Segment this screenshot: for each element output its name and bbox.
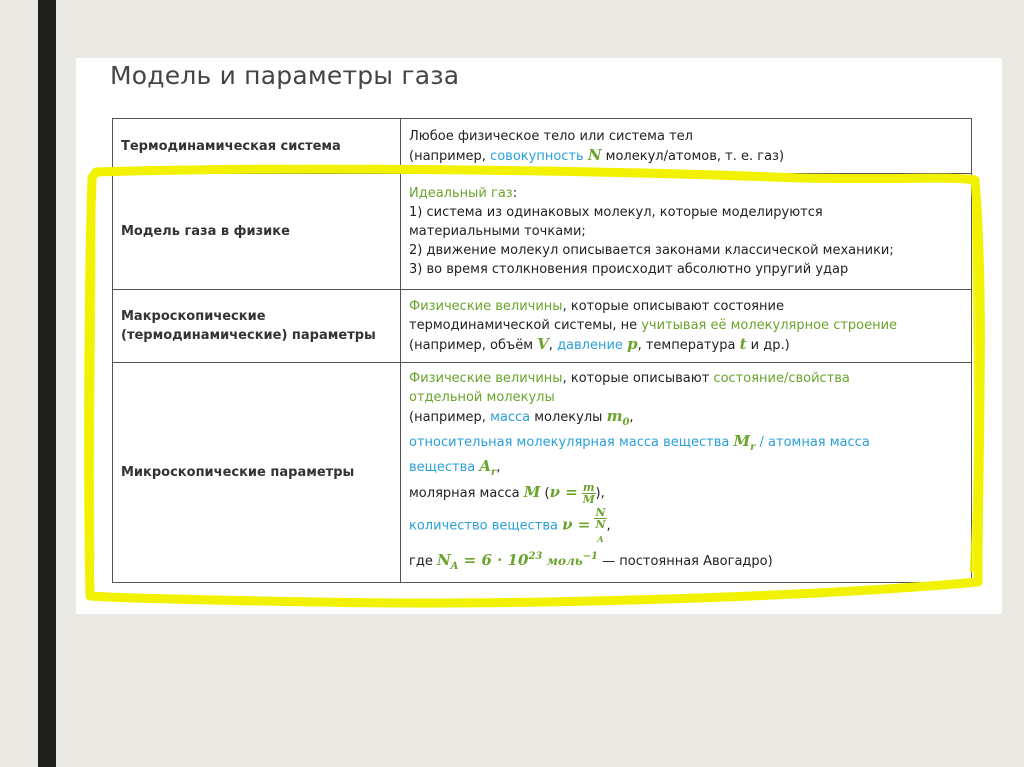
text: , [629,410,634,425]
math-symbol: ν = [562,515,591,534]
value-line: Любое физическое тело или система тел [409,127,963,146]
math-unit: моль [542,554,583,569]
link-term[interactable]: совокупность [490,149,584,164]
fraction: NNA [594,507,607,545]
text: , которые описывают [562,371,714,386]
value-line: (например, совокупность N молекул/атомов… [409,146,963,166]
link-term[interactable]: / атомная масса [755,435,870,450]
math-superscript: −1 [582,551,598,563]
math-superscript: 23 [528,551,543,563]
link-term[interactable]: количество вещества [409,519,562,534]
slide-left-bar [38,0,56,767]
value-line: вещества Ar, [409,457,963,482]
value-line: 3) во время столкновения происходит абсо… [409,262,849,277]
text: ( [540,486,550,501]
text: , которые описывают состояние [562,299,784,314]
term[interactable]: Физические величины [409,299,563,314]
text: или [575,128,609,144]
text: (например, объём [409,338,538,353]
table-row: Модель газа в физике Идеальный газ: 1) с… [112,173,972,290]
value-line: молярная масса M (ν = m M), [409,482,963,505]
math-letter: m [606,407,623,425]
math-symbol: V [537,335,549,353]
value-line: Идеальный газ: [409,184,963,203]
term[interactable]: состояние/свойства [713,371,849,386]
table-row: Микроскопические параметры Физические ве… [112,361,972,584]
row-label: Модель газа в физике [112,173,401,290]
text: молярная масса [409,486,524,501]
row-value: Идеальный газ: 1) система из одинаковых … [400,173,972,290]
math-symbol: M [523,483,541,501]
text: молекул/атомов, т. е. газ) [601,148,785,164]
slide-content-card: Модель и параметры газа Термодинамическа… [76,58,1002,614]
math-subscript: A [597,534,604,545]
row-value: Физические величины, которые описывают с… [400,289,972,363]
term[interactable]: Идеальный газ [409,186,513,201]
value-line: термодинамической системы, не учитывая е… [409,316,963,335]
link-term[interactable]: масса [490,410,530,425]
fraction-denominator: M [582,493,595,506]
term[interactable]: Физические величины [409,371,563,386]
text: : [512,186,518,201]
value-line: материальными точками; [409,224,586,239]
math-letter: N [436,551,451,570]
row-label: Макроскопические (термодинамические) пар… [112,289,401,363]
row-value: Физические величины, которые описывают с… [400,361,972,584]
math-symbol: N [587,145,602,164]
math-symbol: Mr [733,432,756,453]
math-symbol: p [627,335,638,353]
row-label: Термодинамическая система [112,118,401,174]
link-term[interactable]: давление [557,338,623,353]
value-line: количество вещества ν = NNA, [409,507,963,545]
value-line: Физические величины, которые описывают с… [409,369,963,388]
text: Любое [409,128,458,144]
fraction: mM [581,482,596,506]
math-text: = 6 · 10 [458,551,529,570]
text: физическое тело [457,128,576,144]
fraction-denominator: NA [594,519,606,545]
math-expression: NA = 6 · 1023 моль−1 [436,551,598,572]
link-term[interactable]: вещества [409,460,479,475]
math-symbol: ν = [549,483,578,501]
text: система тел [608,128,693,144]
value-line: отдельной молекулы [409,390,555,405]
math-letter: N [595,518,606,531]
text: , [606,518,611,534]
text: не [620,318,638,333]
value-line: 2) движение молекул описывается законами… [409,243,894,258]
value-line: где NA = 6 · 1023 моль−1 — постоянная Ав… [409,547,963,576]
value-line: (например, масса молекулы m0, [409,407,963,432]
value-line: 1) система из одинаковых молекул, которы… [409,205,823,220]
text: где [409,554,437,570]
text: ), [595,486,605,501]
text: молекулы [530,410,607,425]
math-letter: M [733,432,751,450]
text: и др.) [746,338,790,353]
gas-model-table: Термодинамическая система Любое физическ… [112,118,972,584]
link-term[interactable]: относительная молекулярная масса веществ… [409,435,734,450]
text: , [496,460,501,475]
value-line: (например, объём V, давление p, температ… [409,335,963,355]
value-line: относительная молекулярная масса веществ… [409,432,963,457]
text: термодинамической системы, [409,318,621,333]
text: (например, [409,148,491,164]
table-row: Макроскопические (термодинамические) пар… [112,289,972,363]
math-symbol: Ar [479,457,496,478]
text: — постоянная Авогадро) [598,554,773,570]
page-title: Модель и параметры газа [110,61,460,90]
math-symbol: m0 [606,407,630,428]
math-symbol: t [739,335,747,353]
table-row: Термодинамическая система Любое физическ… [112,118,972,174]
row-label: Микроскопические параметры [112,361,401,584]
text: , [548,338,558,353]
text: , температура [637,338,740,353]
row-value: Любое физическое тело или система тел (н… [400,118,972,174]
math-letter: A [479,457,492,475]
value-line: Физические величины, которые описывают с… [409,297,963,316]
term[interactable]: учитывая её молекулярное строение [637,318,897,333]
text: (например, [409,410,491,425]
